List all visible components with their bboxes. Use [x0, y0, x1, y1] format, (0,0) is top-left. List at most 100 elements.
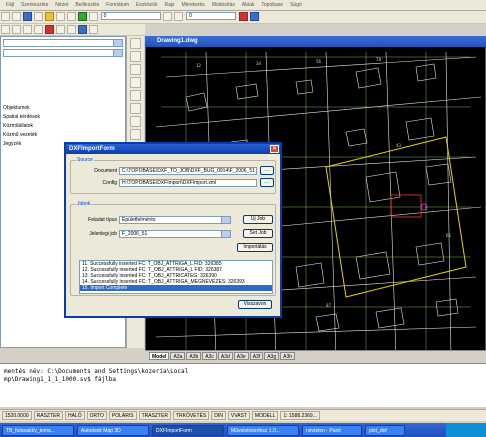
print-icon[interactable]	[34, 12, 43, 21]
hatch-icon[interactable]	[56, 25, 65, 34]
menu-topobase[interactable]: Topobase	[261, 2, 283, 8]
tab-layout[interactable]: A3g	[264, 352, 280, 360]
tab-model[interactable]: Model	[149, 352, 170, 360]
dialog-titlebar[interactable]: DXFImportForm ×	[66, 144, 280, 154]
zoom-icon[interactable]	[89, 12, 98, 21]
query-icon[interactable]	[78, 25, 87, 34]
stop-icon[interactable]	[238, 12, 248, 21]
copy-icon[interactable]	[130, 51, 141, 62]
menu-window[interactable]: Ablak	[242, 2, 255, 8]
menu-bar: Fájl Szerkesztés Nézet Beillesztés Formá…	[0, 0, 486, 11]
svg-text:78: 78	[376, 57, 382, 62]
cancel-button[interactable]: Visszavon	[238, 300, 272, 309]
tree-item[interactable]	[1, 86, 125, 95]
lineweight-toggle[interactable]: VVAST	[227, 411, 250, 420]
menu-draw[interactable]: Rajz	[164, 2, 174, 8]
tree-item[interactable]: Spatial kérdések	[1, 113, 125, 122]
tree-item[interactable]	[1, 77, 125, 86]
task-type-combo[interactable]: Épületfelmérés	[119, 216, 231, 224]
dyn-toggle[interactable]: DIN	[211, 411, 226, 420]
scale-readout: 1: 1588.2369...	[280, 411, 320, 420]
menu-edit[interactable]: Szerkesztés	[21, 2, 48, 8]
svg-text:43: 43	[396, 143, 402, 148]
otrack-toggle[interactable]: TRKÖVETÉS	[172, 411, 210, 420]
taskbar-item[interactable]: Autodesk Map 3D	[77, 424, 149, 436]
close-icon[interactable]: ×	[270, 145, 279, 153]
browse-config-button[interactable]: ...	[260, 178, 274, 187]
menu-dimension[interactable]: Méretezés	[181, 2, 204, 8]
move-icon[interactable]	[130, 103, 141, 114]
new-icon[interactable]	[1, 12, 10, 21]
svg-text:65: 65	[446, 233, 452, 238]
tree-item[interactable]	[1, 95, 125, 104]
open-icon[interactable]	[12, 12, 21, 21]
grid-toggle[interactable]: HALÓ	[64, 411, 85, 420]
tree-item[interactable]	[1, 68, 125, 77]
line-icon[interactable]	[12, 25, 21, 34]
filter-combo[interactable]	[3, 49, 123, 57]
tab-layout[interactable]: A3h	[280, 352, 296, 360]
import-button[interactable]: Importálás	[237, 243, 273, 252]
document-field[interactable]: C:\TOPOBASE\DXF_TO_JOB\DXF_BUG_0914\F_20…	[119, 167, 257, 175]
menu-view[interactable]: Nézet	[55, 2, 68, 8]
menu-format[interactable]: Formátum	[106, 2, 129, 8]
tab-layout[interactable]: A3b	[186, 352, 202, 360]
menu-insert[interactable]: Beillesztés	[75, 2, 99, 8]
redo-icon[interactable]	[67, 12, 76, 21]
undo-icon[interactable]	[56, 12, 65, 21]
tab-layout[interactable]: A3d	[217, 352, 233, 360]
layer-combo[interactable]: 0	[100, 12, 161, 20]
snap-toggle[interactable]: RASZTER	[33, 411, 63, 420]
match-icon[interactable]	[174, 12, 184, 21]
ortho-toggle[interactable]: ORTO	[86, 411, 107, 420]
menu-modify[interactable]: Módosítás	[212, 2, 235, 8]
properties-icon[interactable]	[163, 12, 173, 21]
command-history-line: mentés név: C:\Documents and Settings\ko…	[4, 368, 189, 375]
taskbar-item[interactable]: Műveletinterfész 1.0...	[227, 424, 299, 436]
rotate-icon[interactable]	[130, 116, 141, 127]
scale-icon[interactable]	[130, 129, 141, 140]
pan-icon[interactable]	[78, 12, 87, 21]
polar-toggle[interactable]: POLÁRIS	[108, 411, 137, 420]
block-icon[interactable]	[67, 25, 76, 34]
mirror-icon[interactable]	[130, 64, 141, 75]
set-job-button[interactable]: Set Job	[243, 229, 273, 238]
erase-icon[interactable]	[130, 38, 141, 49]
taskbar-item[interactable]: plot_def	[365, 424, 405, 436]
tree-item[interactable]: Közműállatok	[1, 122, 125, 131]
browse-document-button[interactable]: ...	[260, 166, 274, 175]
current-job-combo[interactable]: F_2006_51	[119, 230, 231, 238]
config-field[interactable]: H:\TOPOBASE\DXFImport\DXFImport.xml	[119, 179, 257, 187]
menu-help[interactable]: Súgó	[290, 2, 302, 8]
tab-layout[interactable]: A3f	[249, 352, 264, 360]
help-icon[interactable]	[249, 12, 259, 21]
polyline-icon[interactable]	[23, 25, 32, 34]
tree-item[interactable]	[1, 59, 125, 68]
zoom-combo[interactable]: 0	[186, 12, 237, 20]
tree-item[interactable]: Közmű vezeték	[1, 131, 125, 140]
taskbar-item[interactable]: névtelen - Paint	[302, 424, 362, 436]
text-icon[interactable]	[1, 25, 10, 34]
model-toggle[interactable]: MODELL	[251, 411, 279, 420]
offset-icon[interactable]	[130, 77, 141, 88]
taskbar-item[interactable]: DXFImportForm	[152, 424, 224, 436]
tab-layout[interactable]: A3e	[233, 352, 249, 360]
circle-icon[interactable]	[34, 25, 43, 34]
tab-layout[interactable]: A3c	[202, 352, 217, 360]
layer-icon[interactable]	[45, 12, 54, 21]
measure-icon[interactable]	[89, 25, 98, 34]
config-label: Config	[102, 180, 117, 186]
tree-item[interactable]: Objektumok	[1, 104, 125, 113]
taskbar-item[interactable]: TB_futonaktív_tema...	[2, 424, 74, 436]
osnap-toggle[interactable]: TRASZTER	[138, 411, 171, 420]
new-job-button[interactable]: Új Job	[243, 215, 273, 224]
workspace-combo[interactable]	[3, 39, 123, 47]
point-icon[interactable]	[45, 25, 54, 34]
tab-layout[interactable]: A3a	[170, 352, 186, 360]
array-icon[interactable]	[130, 90, 141, 101]
menu-file[interactable]: Fájl	[6, 2, 14, 8]
import-log-list[interactable]: 11. Successfully inserted FC: T_OBJ_ATTR…	[79, 260, 273, 294]
save-icon[interactable]	[23, 12, 32, 21]
command-line[interactable]: mentés név: C:\Documents and Settings\ko…	[0, 363, 486, 407]
menu-tools[interactable]: Eszközök	[136, 2, 157, 8]
